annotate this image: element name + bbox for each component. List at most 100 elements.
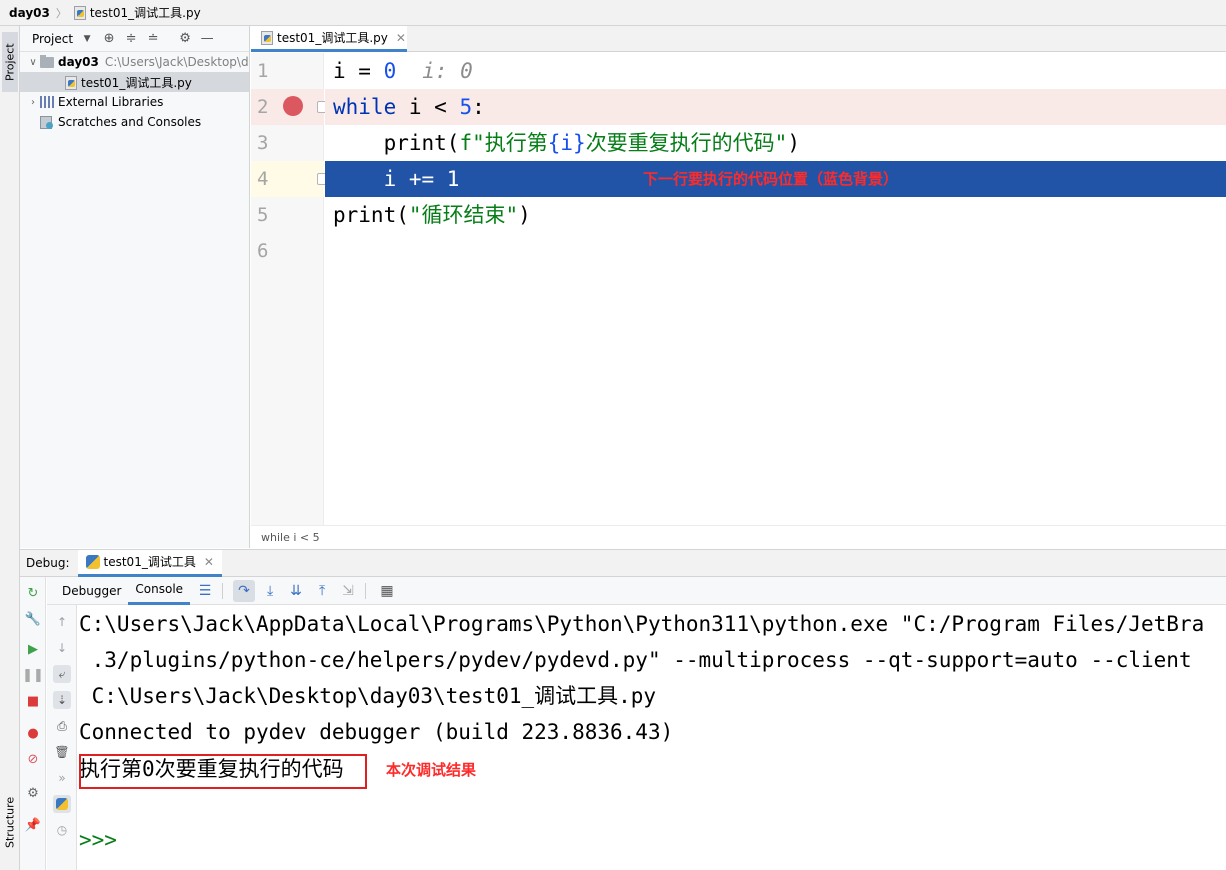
python-icon — [85, 554, 100, 569]
code-line-6[interactable] — [325, 233, 1226, 269]
collapse-all-icon[interactable]: ≐ — [145, 31, 161, 47]
pause-icon[interactable]: ❚❚ — [22, 667, 44, 683]
breadcrumb-project[interactable]: day03 — [9, 6, 50, 20]
project-panel: Project ▼ ⊕ ≑ ≐ ⚙ — ∨ day03 C:\Users\Jac… — [20, 26, 250, 548]
mute-breakpoints-icon[interactable]: ⊘ — [25, 751, 41, 767]
step-out-icon[interactable]: ⤒ — [311, 580, 333, 602]
breadcrumb-file[interactable]: test01_调试工具.py — [90, 4, 201, 21]
code-token: ( — [396, 203, 409, 227]
line-number: 2 — [257, 96, 269, 118]
gutter-line[interactable]: 5 — [251, 197, 324, 233]
line-number: 5 — [257, 204, 269, 226]
python-file-icon — [73, 6, 86, 20]
tree-item-external-libraries[interactable]: › External Libraries — [20, 92, 249, 112]
line-number: 1 — [257, 60, 269, 82]
tab-debugger[interactable]: Debugger — [55, 577, 128, 605]
editor-code-breadcrumb[interactable]: while i < 5 — [251, 525, 1226, 548]
code-token: i — [333, 59, 346, 83]
wrench-icon[interactable]: 🔧 — [25, 611, 41, 627]
gutter-line[interactable]: 3 — [251, 125, 324, 161]
code-token: ) — [518, 203, 531, 227]
code-line-2[interactable]: while i < 5: — [325, 89, 1226, 125]
structure-tool-tab[interactable]: Structure — [2, 786, 18, 858]
arrow-down-icon[interactable]: ↓ — [53, 639, 71, 657]
breadcrumb-separator-icon: 〉 — [55, 6, 67, 20]
tree-item-python-file[interactable]: test01_调试工具.py — [20, 72, 249, 92]
editor-tab-file[interactable]: test01_调试工具.py ✕ — [251, 26, 407, 52]
project-view-selector[interactable]: Project — [32, 32, 73, 46]
folder-icon — [40, 54, 54, 68]
minimize-icon[interactable]: — — [199, 31, 215, 47]
menu-icon[interactable]: ☰ — [194, 580, 216, 602]
close-icon[interactable]: ✕ — [204, 555, 214, 569]
expand-all-icon[interactable]: ≑ — [123, 31, 139, 47]
project-tool-tab[interactable]: Project — [2, 32, 18, 92]
tab-console[interactable]: Console — [128, 577, 191, 605]
python-console-icon[interactable] — [53, 795, 71, 813]
stop-icon[interactable]: ■ — [25, 693, 41, 709]
code-line-5[interactable]: print("循环结束") — [325, 197, 1226, 233]
locate-icon[interactable]: ⊕ — [101, 31, 117, 47]
breakpoint-icon[interactable] — [283, 96, 303, 116]
tree-item-scratches[interactable]: Scratches and Consoles — [20, 112, 249, 132]
tree-item-project-root[interactable]: ∨ day03 C:\Users\Jack\Desktop\d — [20, 52, 249, 72]
resume-icon[interactable]: ▶ — [25, 641, 41, 657]
step-into-icon[interactable]: ⇊ — [285, 580, 307, 602]
run-selection-icon[interactable]: » — [53, 769, 71, 787]
view-breakpoints-icon[interactable]: ● — [25, 725, 41, 741]
chevron-down-icon[interactable]: ∨ — [26, 57, 40, 68]
debug-subtabs-bar: Debugger Console ☰ ↷ ⤓ ⇊ ⤒ ⇲ ▦ — [47, 577, 1226, 605]
inline-value-hint: i: 0 — [422, 59, 473, 83]
code-token: f"执行第 — [459, 131, 548, 155]
step-over-icon[interactable]: ⤓ — [259, 580, 281, 602]
debug-toolbar: ↻ 🔧 ▶ ❚❚ ■ ● ⊘ ⚙ 📌 — [20, 577, 46, 870]
console-prompt[interactable]: >>> — [79, 822, 117, 858]
editor-gutter[interactable]: 1 2 3 4 5 6 — [251, 53, 328, 525]
gutter-line[interactable]: 6 — [251, 233, 324, 269]
gutter-line[interactable]: 2 — [251, 89, 328, 125]
rerun-icon[interactable]: ↻ — [25, 585, 41, 601]
code-token: print — [383, 131, 447, 155]
scratches-icon — [40, 115, 54, 129]
code-token: : — [472, 95, 485, 119]
code-token: i += 1 — [383, 167, 460, 191]
gear-icon[interactable]: ⚙ — [177, 31, 193, 47]
debug-session-tab[interactable]: test01_调试工具 ✕ — [77, 549, 222, 577]
code-area[interactable]: i = 0 i: 0 while i < 5: print(f"执行第{i}次要重… — [325, 53, 1226, 525]
result-annotation: 本次调试结果 — [386, 761, 477, 779]
run-to-cursor-icon[interactable]: ⇲ — [337, 580, 359, 602]
gutter-line[interactable]: 4 — [251, 161, 328, 197]
code-token: {i} — [547, 131, 586, 155]
gutter-line[interactable]: 1 — [251, 53, 324, 89]
tree-item-label: Scratches and Consoles — [58, 115, 202, 129]
console-output[interactable]: C:\Users\Jack\AppData\Local\Programs\Pyt… — [78, 605, 1226, 870]
pin-icon[interactable]: 📌 — [25, 817, 41, 833]
dropdown-arrow-icon[interactable]: ▼ — [79, 31, 95, 47]
console-line: .3/plugins/python-ce/helpers/pydev/pydev… — [79, 648, 1192, 672]
code-token: while — [333, 95, 397, 119]
soft-wrap-icon[interactable]: ⤶ — [53, 665, 71, 683]
code-line-1[interactable]: i = 0 i: 0 — [325, 53, 1226, 89]
arrow-up-icon[interactable]: ↑ — [53, 613, 71, 631]
left-tool-strip: Project Structure — [0, 26, 20, 870]
history-icon[interactable]: ◷ — [53, 821, 71, 839]
print-icon[interactable]: ⎙ — [53, 717, 71, 735]
code-token: 5 — [459, 95, 473, 119]
trash-icon[interactable]: 🗑 — [53, 743, 71, 761]
debug-tool-window-header: Debug: test01_调试工具 ✕ — [20, 549, 1226, 577]
tree-item-label: test01_调试工具.py — [81, 75, 192, 90]
scroll-to-end-icon[interactable]: ⇣ — [53, 691, 71, 709]
code-line-4-current-execution[interactable]: i += 1 下一行要执行的代码位置（蓝色背景） — [325, 161, 1226, 197]
show-execution-point-icon[interactable]: ↷ — [233, 579, 256, 602]
code-line-3[interactable]: print(f"执行第{i}次要重复执行的代码") — [325, 125, 1226, 161]
tree-item-label: day03 — [58, 55, 99, 69]
console-side-toolbar: ↑ ↓ ⤶ ⇣ ⎙ 🗑 » ◷ — [47, 605, 77, 870]
gear-icon[interactable]: ⚙ — [25, 785, 41, 801]
chevron-right-icon[interactable]: › — [26, 97, 40, 108]
evaluate-expression-icon[interactable]: ▦ — [376, 580, 398, 602]
code-token: = — [345, 59, 384, 83]
tree-item-path: C:\Users\Jack\Desktop\d — [104, 55, 249, 69]
code-editor[interactable]: 1 2 3 4 5 6 i = 0 i: 0 while i < 5: print… — [251, 53, 1226, 525]
close-icon[interactable]: ✕ — [396, 31, 406, 45]
result-highlight-box — [79, 754, 367, 789]
